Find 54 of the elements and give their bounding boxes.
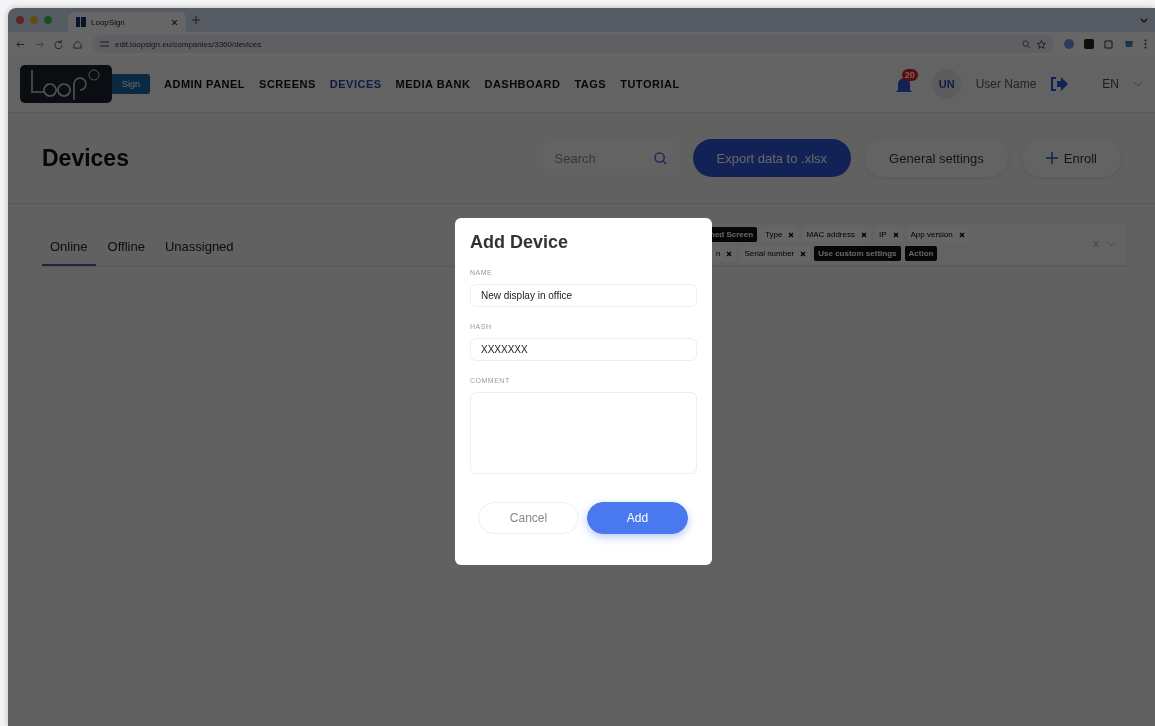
forward-icon[interactable] [35,39,44,49]
nav-link[interactable]: TUTORIAL [620,78,680,90]
clear-icon [1092,240,1100,248]
text-input-field[interactable]: XXXXXXX [470,338,697,361]
settings-button[interactable]: General settings [865,139,1008,177]
home-icon[interactable] [73,39,82,49]
text-input-field[interactable]: New display in office [470,284,697,307]
zoom-icon [1022,39,1031,49]
remove-icon[interactable] [800,250,807,257]
notification-badge: 20 [901,69,918,81]
page-title: Devices [42,144,130,172]
logo-badge: Sign [112,74,150,94]
new-tab-icon[interactable] [192,16,200,24]
nav-link[interactable]: ADMIN PANEL [164,78,246,90]
chevron-down-icon [1106,241,1116,247]
maximize-window-icon[interactable] [44,16,52,24]
plus-icon [1045,152,1058,164]
search-icon [653,151,667,165]
close-icon [171,18,178,26]
more-icon[interactable] [1144,39,1147,49]
column-chip[interactable]: Action [904,246,938,261]
logout-icon[interactable] [1050,77,1069,91]
cancel-button[interactable]: Cancel [478,502,579,534]
site-settings-icon [100,40,109,48]
back-icon[interactable] [16,39,25,49]
export-button[interactable]: Export data to .xlsx [692,139,852,177]
dialog-title: Add Device [470,232,570,253]
remove-icon[interactable] [788,231,795,238]
nav-link[interactable]: SCREENS [259,78,316,90]
remove-icon[interactable] [958,231,965,238]
chevron-down-icon[interactable] [1139,15,1149,25]
nav-link[interactable]: TAGS [574,78,607,90]
status-tab[interactable]: Offline [99,231,153,266]
favicon-icon [76,17,86,27]
user-name[interactable]: User Name [975,77,1037,91]
chevron-down-icon[interactable] [1133,81,1143,87]
language-selector[interactable]: EN [1102,77,1119,91]
status-tab[interactable]: Unassigned [156,231,242,266]
nav-link[interactable]: DEVICES [329,78,382,90]
user-avatar[interactable]: UN [931,69,962,99]
remove-icon[interactable] [892,231,899,238]
bell-icon[interactable] [895,76,912,94]
enroll-button[interactable]: Enroll [1021,139,1121,177]
close-window-icon[interactable] [16,16,24,24]
remove-icon[interactable] [726,250,733,257]
star-icon [1037,39,1046,49]
browser-tab[interactable]: LoopSign [68,12,186,32]
nav-link[interactable]: MEDIA BANK [395,78,471,90]
reload-icon[interactable] [54,39,63,49]
nav-link[interactable]: DASHBOARD [484,78,561,90]
column-chip[interactable]: Use custom settings [814,246,901,261]
add-button[interactable]: Add [587,502,688,534]
remove-icon[interactable] [860,231,867,238]
address-bar[interactable]: edit.loopsign.eu/companies/3360/devices [92,35,1054,53]
